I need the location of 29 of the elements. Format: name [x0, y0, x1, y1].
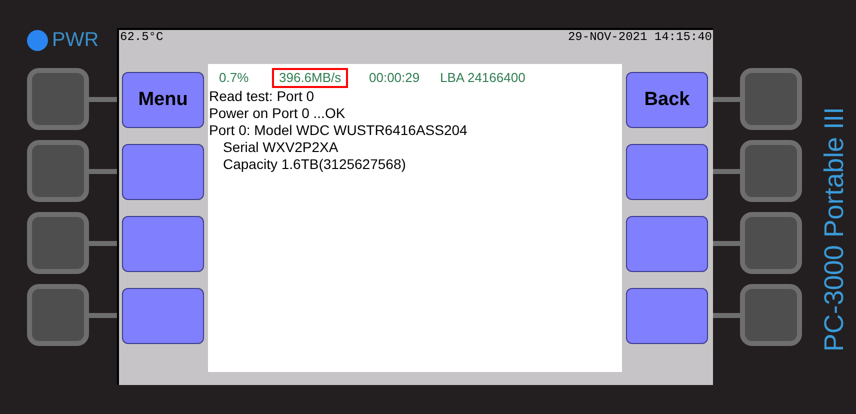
- hardware-button[interactable]: [740, 140, 802, 202]
- soft-key[interactable]: Menu: [122, 72, 204, 128]
- blank-soft-key[interactable]: [122, 144, 204, 200]
- blank-soft-key[interactable]: [626, 288, 708, 344]
- hardware-button[interactable]: [740, 68, 802, 130]
- hardware-button[interactable]: [27, 284, 89, 346]
- status-reading: LBA 24166400: [439, 69, 526, 87]
- soft-key[interactable]: Back: [626, 72, 708, 128]
- brand-label: PC-3000 Portable III: [820, 107, 848, 352]
- hardware-button[interactable]: [27, 68, 89, 130]
- blank-soft-key[interactable]: [626, 144, 708, 200]
- blank-soft-key[interactable]: [122, 288, 204, 344]
- log-line: Port 0: Model WDC WUSTR6416ASS204: [209, 122, 468, 139]
- status-reading: 396.6MB/s: [272, 68, 348, 88]
- date-time: 29-NOV-2021 14:15:40: [568, 30, 712, 44]
- status-reading: 00:00:29: [368, 69, 421, 87]
- log-line: Capacity 1.6TB(3125627568): [223, 156, 406, 173]
- hardware-button[interactable]: [740, 284, 802, 346]
- status-reading: 0.7%: [218, 69, 250, 87]
- log-line: Power on Port 0 ...OK: [209, 105, 346, 122]
- power-label: PWR: [52, 30, 99, 50]
- hardware-button[interactable]: [27, 140, 89, 202]
- log-line: Read test: Port 0: [209, 88, 314, 105]
- temperature-reading: 62.5°C: [120, 30, 164, 44]
- blank-soft-key[interactable]: [626, 216, 708, 272]
- hardware-button[interactable]: [27, 212, 89, 274]
- hardware-button[interactable]: [740, 212, 802, 274]
- log-line: Serial WXV2P2XA: [223, 139, 338, 156]
- blank-soft-key[interactable]: [122, 216, 204, 272]
